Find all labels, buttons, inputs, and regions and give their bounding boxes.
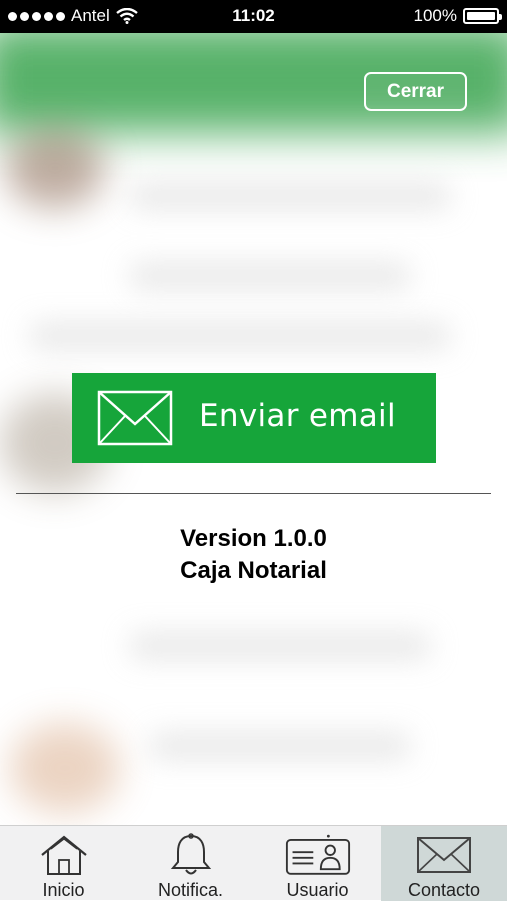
blurred-avatar — [10, 723, 120, 813]
battery-icon — [463, 8, 502, 24]
app-info: Version 1.0.0 Caja Notarial — [0, 523, 507, 587]
home-icon — [40, 835, 87, 875]
blurred-avatar — [5, 128, 105, 208]
status-right: 100% — [413, 6, 502, 26]
battery-percent: 100% — [413, 6, 457, 25]
blurred-text — [150, 733, 410, 759]
blurred-text — [130, 633, 430, 659]
tab-bar: Inicio Notifica. Usuario Contacto — [0, 825, 507, 901]
company-name: Caja Notarial — [180, 557, 327, 584]
tab-label: Inicio — [42, 880, 85, 900]
tab-notificaciones[interactable]: Notifica. — [127, 826, 254, 901]
send-email-button[interactable]: Enviar email — [72, 373, 436, 463]
tab-contacto[interactable]: Contacto — [381, 826, 507, 901]
bell-icon — [170, 833, 211, 875]
tab-label: Notifica. — [157, 880, 224, 900]
tab-inicio[interactable]: Inicio — [0, 826, 127, 901]
divider — [16, 493, 491, 494]
blurred-text — [30, 323, 450, 349]
tab-label: Usuario — [286, 880, 349, 900]
blurred-text — [130, 263, 410, 289]
version-text: Version 1.0.0 — [180, 525, 327, 552]
status-bar: Antel 11:02 100% — [0, 0, 507, 33]
tab-label: Contacto — [407, 880, 481, 900]
blurred-text — [130, 183, 450, 209]
tab-usuario[interactable]: Usuario — [254, 826, 381, 901]
user-card-icon — [285, 834, 350, 875]
send-email-label: Enviar email — [199, 398, 396, 434]
close-button[interactable]: Cerrar — [364, 72, 467, 111]
envelope-icon — [97, 390, 173, 446]
envelope-icon — [417, 837, 471, 873]
